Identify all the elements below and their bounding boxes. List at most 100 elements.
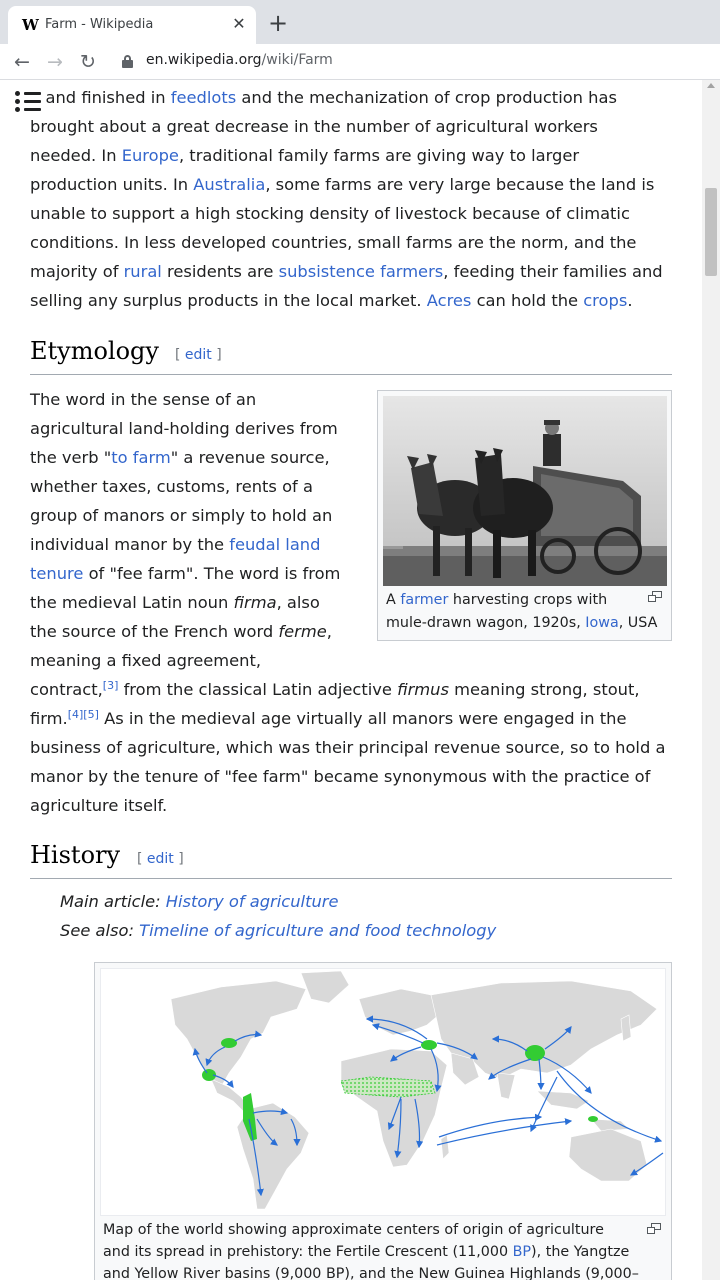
reload-icon[interactable]: ↻ [75,49,101,75]
link-acres[interactable]: Acres [427,291,472,310]
text: , USA [618,615,658,631]
table-of-contents-icon[interactable] [14,90,44,116]
link-history-of-agriculture[interactable]: History of agriculture [166,892,339,911]
text: " a revenue source, [170,448,330,467]
bracket: ] [178,851,184,867]
link-rural[interactable]: rural [124,262,162,281]
active-tab[interactable]: W Farm - Wikipedia ✕ [8,6,256,44]
paragraph-line: meaning a fixed agreement, [30,651,262,670]
text: can hold the [471,291,584,310]
text: meaning strong, stout, [448,680,640,699]
text: selling any surplus products in the loca… [30,291,427,310]
paragraph-line: agriculture itself. [30,796,168,815]
new-tab-plus-icon[interactable]: + [264,10,292,38]
caption-line: and Yellow River basins (9,000 BP), and … [103,1266,639,1280]
text: See also: [60,921,140,940]
article-content: d and finished in feedlots and the mecha… [0,80,720,1280]
link-feedlots[interactable]: feedlots [171,88,236,107]
figure-caption: A farmer harvesting crops with mule-draw… [386,589,657,635]
paragraph-line: tenure of "fee farm". The word is from [30,559,340,588]
text: A [386,592,401,608]
scroll-up-arrow-icon[interactable] [707,83,715,88]
intro-line: unable to support a high stocking densit… [30,204,630,223]
text: firm. [30,709,68,728]
text: , feeding their families and [443,262,663,281]
main-article-hatnote: Main article: History of agriculture [60,887,338,916]
map-illustration [170,970,664,1210]
photo-illustration [383,396,667,586]
paragraph-line: agricultural land-holding derives from [30,419,338,438]
magnify-icon[interactable] [647,1223,661,1234]
text: of "fee farm". The word is from [83,564,341,583]
browser-toolbar: ← → ↻ en.wikipedia.org/wiki/Farm [0,44,720,80]
map-thumbnail: Map of the world showing approximate cen… [94,962,672,1280]
address-bar[interactable]: en.wikipedia.org/wiki/Farm [146,52,333,68]
link-to-farm[interactable]: to farm [111,448,171,467]
back-arrow-icon[interactable]: ← [9,49,35,75]
caption-line: A farmer harvesting crops with [386,589,657,612]
forward-arrow-icon[interactable]: → [42,49,68,75]
text: contract, [30,680,103,699]
section-heading-etymology: Etymology [ edit ] [30,335,672,375]
heading-text: Etymology [30,337,159,365]
edit-section-link[interactable]: [ edit ] [137,851,184,867]
reference-link[interactable]: [3] [103,679,119,692]
link-crops[interactable]: crops [583,291,627,310]
text: , some farms are very large because the … [265,175,655,194]
text: , [326,622,332,641]
text: and its spread in prehistory: the Fertil… [103,1244,513,1260]
italic-term: ferme [278,622,327,641]
text: d and finished in [30,88,171,107]
bracket: ] [216,347,222,363]
link-feudal-land-tenure[interactable]: tenure [30,564,83,583]
map-caption: Map of the world showing approximate cen… [103,1219,639,1280]
world-agriculture-map[interactable] [100,968,666,1216]
caption-line: and its spread in prehistory: the Fertil… [103,1241,639,1263]
link-timeline-of-agriculture[interactable]: Timeline of agriculture and food technol… [139,921,496,940]
farmer-wagon-photo[interactable] [383,396,667,586]
text: ), the Yangtze [531,1244,630,1260]
text: harvesting crops with [448,592,608,608]
paragraph-line: firm.[4][5] As in the medieval age virtu… [30,704,627,733]
link-feudal-land-tenure[interactable]: feudal land [229,535,320,554]
intro-line: needed. In Europe, traditional family fa… [30,141,579,170]
magnify-icon[interactable] [648,591,662,602]
italic-term: firma [233,593,277,612]
link-iowa[interactable]: Iowa [585,615,618,631]
link-subsistence-farmers[interactable]: subsistence farmers [279,262,444,281]
paragraph-line: business of agriculture, which was their… [30,738,666,757]
text: , traditional family farms are giving wa… [178,146,580,165]
close-icon[interactable]: ✕ [230,13,248,35]
vertical-scrollbar[interactable] [702,80,720,1280]
link-australia[interactable]: Australia [193,175,265,194]
text: Main article: [60,892,166,911]
link-farmer[interactable]: farmer [400,592,448,608]
paragraph-line: manor by the tenure of "fee farm" became… [30,767,651,786]
intro-line: selling any surplus products in the loca… [30,286,633,315]
text: residents are [161,262,279,281]
text: , also [276,593,320,612]
reference-link[interactable]: [5] [83,708,99,721]
scrollbar-thumb[interactable] [705,188,717,276]
reference-link[interactable]: [4] [68,708,84,721]
edit-section-link[interactable]: [ edit ] [175,347,222,363]
text: individual manor by the [30,535,230,554]
text: As in the medieval age virtually all man… [98,709,627,728]
text: the source of the French word [30,622,279,641]
text: the verb " [30,448,112,467]
edit-label[interactable]: edit [147,851,174,867]
caption-line: Map of the world showing approximate cen… [103,1222,604,1238]
text: from the classical Latin adjective [118,680,398,699]
paragraph-line: contract,[3] from the classical Latin ad… [30,675,640,704]
link-bp[interactable]: BP [513,1244,531,1260]
edit-label[interactable]: edit [185,347,212,363]
see-also-hatnote: See also: Timeline of agriculture and fo… [60,916,496,945]
image-thumbnail: A farmer harvesting crops with mule-draw… [377,390,672,641]
lock-icon[interactable] [122,55,133,68]
heading-text: History [30,841,121,869]
paragraph-line: individual manor by the feudal land [30,530,320,559]
intro-line: production units. In Australia, some far… [30,170,654,199]
link-europe[interactable]: Europe [122,146,179,165]
url-path: /wiki/Farm [261,52,333,68]
paragraph-line: the source of the French word ferme, [30,617,332,646]
